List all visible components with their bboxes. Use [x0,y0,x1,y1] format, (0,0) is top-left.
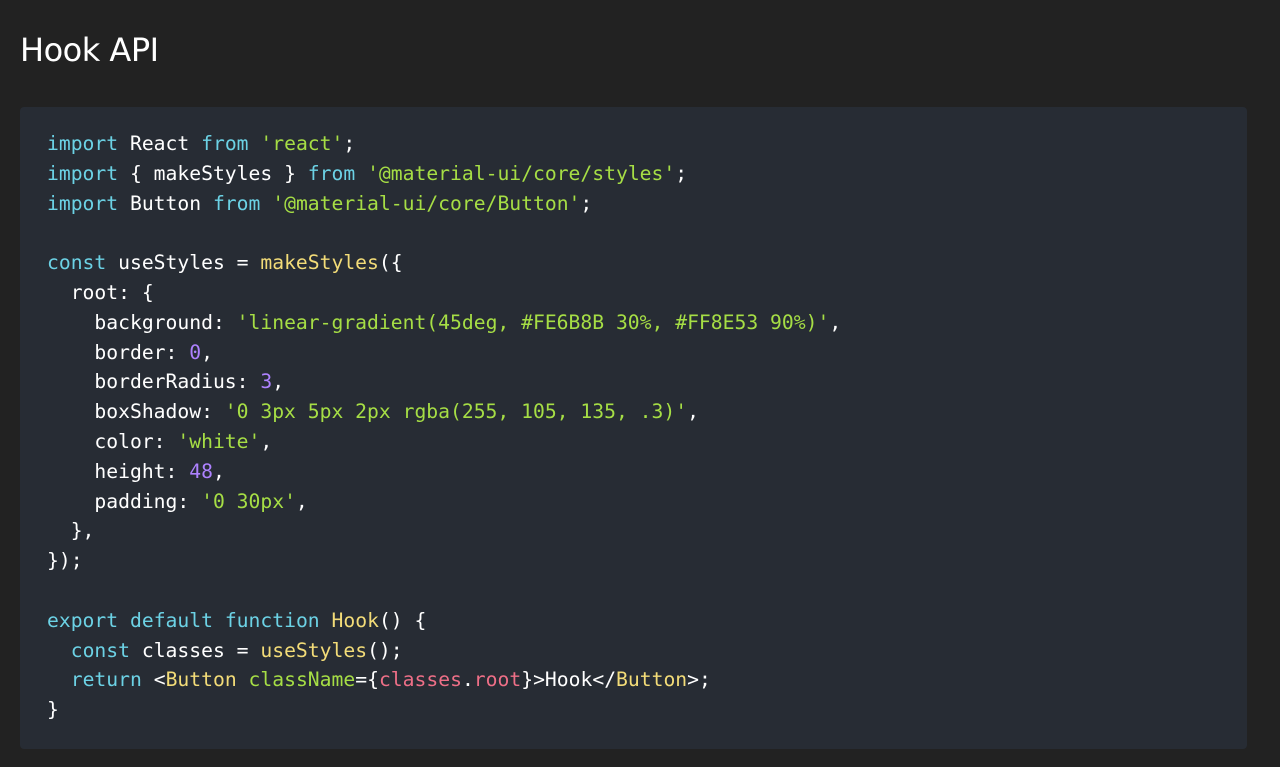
code-line: const useStyles = makeStyles({ [47,248,1247,278]
page: Hook API import React from 'react'; impor… [0,0,1280,767]
code-token: from [307,161,356,185]
code-token: React [118,132,202,155]
code-line: const classes = useStyles(); [47,636,1247,666]
code-token: 48 [189,459,213,483]
code-token: ; [675,161,688,185]
code-token: className [248,668,356,692]
code-token: function [224,608,320,632]
code-token: } [47,698,59,722]
code-token: . [461,668,474,692]
code-token: from [212,191,261,215]
code-line: export default function Hook() { [47,606,1247,636]
code-token: background: [47,310,237,334]
code-token: >; [687,668,711,692]
code-line: import { makeStyles } from '@material-ui… [47,159,1247,189]
code-line: ​ [47,576,1247,606]
code-token: , [829,310,842,334]
code-token: height: [47,459,190,483]
code-token: const [47,251,107,275]
code-token: ; [580,191,593,215]
code-token: { makeStyles } [118,161,308,185]
code-token: , [295,489,308,513]
code-token: ; [343,132,356,155]
code-token: const [70,638,130,662]
code-token: return [70,668,142,692]
code-block[interactable]: import React from 'react'; import { makeS… [20,107,1247,749]
code-line: } [47,695,1247,725]
code-token: ={ [355,668,379,692]
code-line: root: { [47,278,1247,308]
code-line: color: 'white', [47,427,1247,457]
code-token: padding: [47,489,202,513]
code-token: 'white' [177,429,261,453]
code-token: 'react' [260,132,344,155]
code-token: color: [47,429,178,453]
code-line: boxShadow: '0 3px 5px 2px rgba(255, 105,… [47,397,1247,427]
code-token: '@material-ui/core/styles' [367,161,676,185]
code-token: }, [47,519,95,543]
code-token: makeStyles [260,251,379,275]
code-token: Button [616,668,688,692]
code-token: , [260,429,273,453]
code-token: }>Hook</ [521,668,617,692]
code-line: ​ [47,218,1247,248]
code-token: 3 [260,370,273,394]
code-line: height: 48, [47,457,1247,487]
code-token: Hook [331,608,379,632]
code-token: 0 [189,340,202,364]
code-token: from [201,132,249,155]
code-token: useStyles = [106,251,261,275]
code-token: }); [47,549,83,573]
code-token: '@material-ui/core/Button' [272,191,581,215]
code-line: return <Button className={classes.root}>… [47,665,1247,695]
code-token: , [687,400,699,424]
code-line: padding: '0 30px', [47,487,1247,517]
code-token: classes = [129,638,261,662]
section-title: Hook API [20,31,159,69]
code-token: boxShadow: [47,400,225,424]
code-token: classes [378,668,462,692]
code-token: < [141,668,166,692]
code-line: }); [47,546,1247,576]
code-token: '0 3px 5px 2px rgba(255, 105, 135, .3)' [224,400,688,424]
code-token: '0 30px' [201,489,296,513]
code-line: border: 0, [47,338,1247,368]
code-token: import [47,132,119,155]
code-token: , [201,340,213,364]
code-token: , [272,370,285,394]
code-token: import [47,191,119,215]
code-token: Button [165,668,237,692]
code-token: default [129,608,213,632]
code-line: background: 'linear-gradient(45deg, #FE6… [47,308,1247,338]
code-listing[interactable]: import React from 'react'; import { makeS… [47,129,1247,725]
code-line: borderRadius: 3, [47,367,1247,397]
code-token: borderRadius: [47,370,261,394]
code-token: export [47,608,119,632]
code-token: useStyles [260,638,368,662]
code-token: import [47,161,119,185]
code-token: () { [378,608,427,632]
code-token: border: [47,340,190,364]
code-line: import React from 'react'; [47,129,1247,159]
code-token: root [473,668,522,692]
code-token: Button [118,191,213,215]
code-token: root: { [47,280,154,304]
code-token: 'linear-gradient(45deg, #FE6B8B 30%, #FF… [236,310,830,334]
code-line: import Button from '@material-ui/core/Bu… [47,189,1247,219]
code-token: (); [367,638,403,662]
code-line: }, [47,516,1247,546]
code-token: , [212,459,225,483]
code-token: ({ [378,251,403,275]
